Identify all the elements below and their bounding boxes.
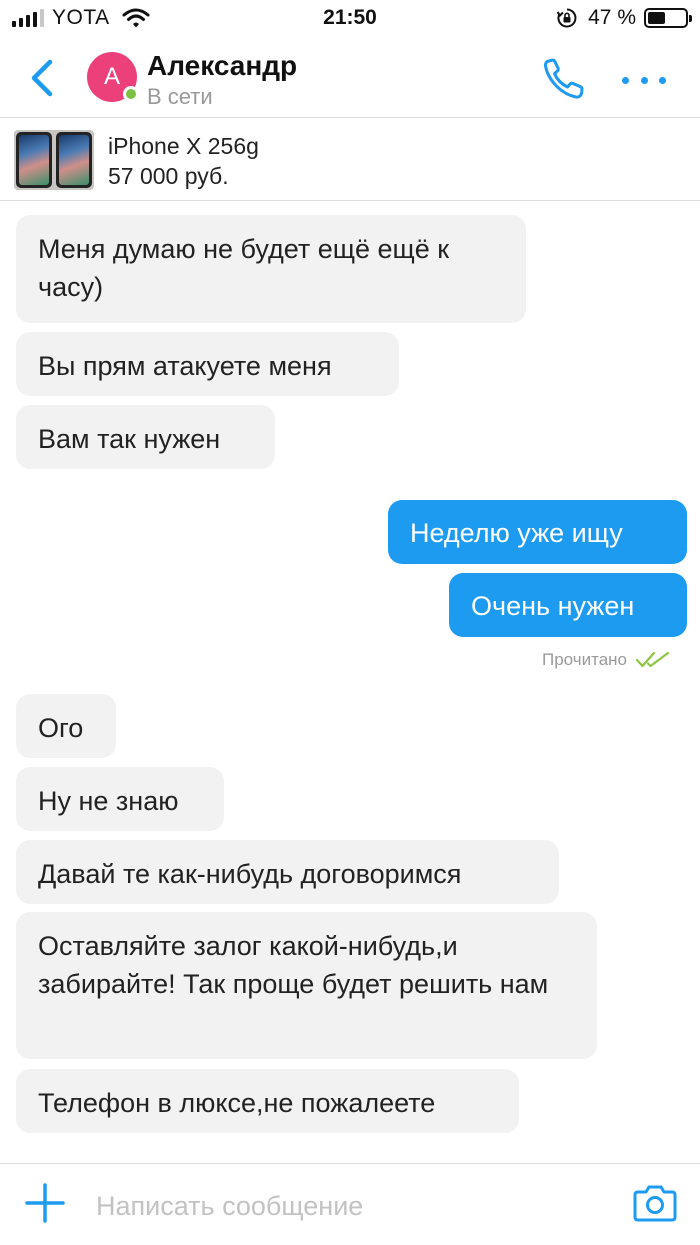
- message-input[interactable]: [96, 1186, 596, 1226]
- battery-icon: [644, 8, 692, 28]
- product-photo: [14, 130, 94, 190]
- message-bubble-outgoing[interactable]: Очень нужен: [449, 573, 687, 637]
- message-bubble[interactable]: Оставляйте залог какой-нибудь,и забирайт…: [16, 912, 597, 1059]
- contact-status: В сети: [147, 84, 213, 109]
- message-bubble[interactable]: Вы прям атакуете меня: [16, 332, 399, 396]
- message-bubble[interactable]: Давай те как-нибудь договоримся: [16, 840, 559, 904]
- back-button[interactable]: [24, 56, 64, 100]
- online-indicator: [123, 86, 139, 102]
- chat-header: А Александр В сети: [0, 40, 700, 118]
- read-receipt-label: Прочитано: [542, 650, 627, 669]
- phone-icon[interactable]: [540, 56, 588, 102]
- battery-percent: 47 %: [588, 6, 636, 29]
- product-title: iPhone X 256g: [108, 133, 259, 159]
- composer-bar: [0, 1163, 700, 1245]
- contact-name[interactable]: Александр: [147, 50, 297, 82]
- more-dots-icon[interactable]: [622, 70, 666, 90]
- product-price: 57 000 руб.: [108, 163, 229, 189]
- message-bubble[interactable]: Ну не знаю: [16, 767, 224, 831]
- battery-level: [648, 12, 665, 24]
- rotation-lock-icon: [556, 8, 577, 28]
- avatar-letter: А: [103, 63, 120, 90]
- message-bubble[interactable]: Вам так нужен: [16, 405, 275, 469]
- status-bar: YOTA 21:50 47 %: [0, 0, 700, 40]
- status-right: 47 %: [556, 6, 692, 30]
- read-receipt: Прочитано: [542, 650, 671, 670]
- message-bubble[interactable]: Ого: [16, 694, 116, 758]
- message-bubble[interactable]: Меня думаю не будет ещё ещё к часу): [16, 215, 526, 323]
- plus-icon[interactable]: [24, 1182, 66, 1224]
- camera-icon[interactable]: [632, 1180, 678, 1226]
- avatar[interactable]: А: [87, 52, 139, 102]
- double-check-icon: [635, 651, 670, 668]
- message-bubble[interactable]: Телефон в люксе,не пожалеете: [16, 1069, 519, 1133]
- listing-card[interactable]: iPhone X 256g 57 000 руб.: [0, 119, 700, 201]
- message-bubble-outgoing[interactable]: Неделю уже ищу: [388, 500, 687, 564]
